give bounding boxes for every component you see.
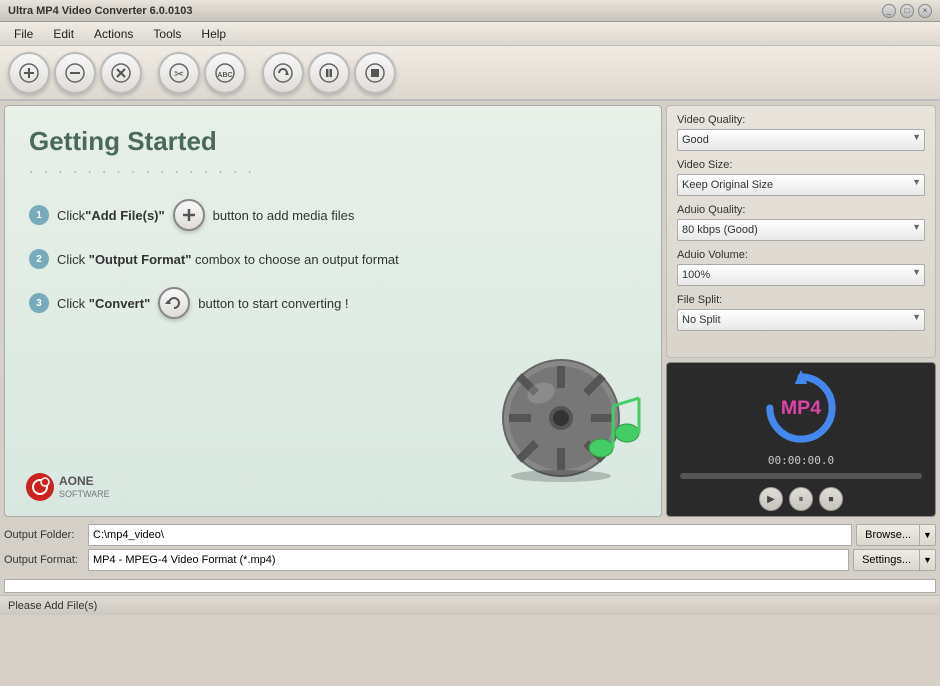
video-quality-row: Video Quality: Good Better Best xyxy=(677,114,925,151)
step-1-bold: "Add File(s)" xyxy=(85,208,165,223)
step-3-convert-icon xyxy=(158,287,190,319)
convert-button[interactable] xyxy=(262,52,304,94)
status-text: Please Add File(s) xyxy=(8,600,97,612)
output-format-input[interactable] xyxy=(88,549,849,571)
step-1-add-icon xyxy=(173,199,205,231)
step-3-text-after: button to start converting ! xyxy=(198,296,348,311)
settings-button[interactable]: Settings... xyxy=(853,549,920,571)
getting-started-panel: Getting Started · · · · · · · · · · · · … xyxy=(4,105,662,517)
step-2-text: Click "Output Format" combox to choose a… xyxy=(57,252,399,267)
window-controls: _ □ × xyxy=(882,4,932,18)
logo-text: AONE SOFTWARE xyxy=(59,474,110,499)
audio-volume-row: Aduio Volume: 100% 90% 75% 50% xyxy=(677,249,925,286)
stop-button[interactable] xyxy=(354,52,396,94)
output-format-label: Output Format: xyxy=(4,554,84,566)
settings-dropdown-arrow[interactable]: ▼ xyxy=(920,549,936,571)
video-quality-select[interactable]: Good Better Best xyxy=(677,129,925,151)
main-progress-bar xyxy=(4,579,936,593)
menu-actions[interactable]: Actions xyxy=(84,25,143,43)
output-folder-area: Output Folder: Browse... ▼ Output Format… xyxy=(0,521,940,577)
audio-quality-select[interactable]: 80 kbps (Good) 128 kbps (Better) 192 kbp… xyxy=(677,219,925,241)
svg-text:MP4: MP4 xyxy=(781,397,821,419)
menu-tools[interactable]: Tools xyxy=(143,25,191,43)
step-3-text-before: Click "Convert" xyxy=(57,296,150,311)
video-quality-label: Video Quality: xyxy=(677,114,925,126)
title-bar: Ultra MP4 Video Converter 6.0.0103 _ □ × xyxy=(0,0,940,22)
video-size-row: Video Size: Keep Original Size 320x240 6… xyxy=(677,159,925,196)
preview-panel: MP4 00:00:00.0 ▶ ⏸ ⏹ xyxy=(666,362,936,517)
step-2: 2 Click "Output Format" combox to choose… xyxy=(29,249,637,269)
settings-panel: Video Quality: Good Better Best Video Si… xyxy=(666,105,936,358)
output-folder-input[interactable] xyxy=(88,524,852,546)
video-size-label: Video Size: xyxy=(677,159,925,171)
step-2-number: 2 xyxy=(29,249,49,269)
status-bar: Please Add File(s) xyxy=(0,595,940,615)
step-3-number: 3 xyxy=(29,293,49,313)
step-1-text-after: button to add media files xyxy=(213,208,355,223)
audio-volume-select[interactable]: 100% 90% 75% 50% xyxy=(677,264,925,286)
step-1-number: 1 xyxy=(29,205,49,225)
maximize-button[interactable]: □ xyxy=(900,4,914,18)
file-split-row: File Split: No Split Split by Size Split… xyxy=(677,294,925,331)
output-folder-label: Output Folder: xyxy=(4,529,84,541)
file-split-label: File Split: xyxy=(677,294,925,306)
video-size-select[interactable]: Keep Original Size 320x240 640x480 xyxy=(677,174,925,196)
time-display: 00:00:00.0 xyxy=(768,454,834,467)
file-split-select[interactable]: No Split Split by Size Split by Time xyxy=(677,309,925,331)
svg-text:ABC: ABC xyxy=(217,72,232,79)
clear-button[interactable] xyxy=(100,52,142,94)
svg-text:✂: ✂ xyxy=(174,67,184,81)
pause-button[interactable] xyxy=(308,52,350,94)
browse-button[interactable]: Browse... xyxy=(856,524,920,546)
pause-preview-button[interactable]: ⏸ xyxy=(789,487,813,511)
menu-bar: File Edit Actions Tools Help xyxy=(0,22,940,46)
output-format-row: Output Format: Settings... ▼ xyxy=(4,549,936,571)
playback-controls: ▶ ⏸ ⏹ xyxy=(759,487,843,511)
mp4-icon: MP4 xyxy=(761,368,841,448)
browse-dropdown-arrow[interactable]: ▼ xyxy=(920,524,936,546)
play-button[interactable]: ▶ xyxy=(759,487,783,511)
close-button[interactable]: × xyxy=(918,4,932,18)
right-sidebar: Video Quality: Good Better Best Video Si… xyxy=(666,105,936,517)
stop-preview-button[interactable]: ⏹ xyxy=(819,487,843,511)
progress-section xyxy=(0,577,940,595)
step-1-text-before: Click xyxy=(57,208,85,223)
step-3: 3 Click "Convert" button to start conver… xyxy=(29,287,637,319)
step-1: 1 Click "Add File(s)" button to add medi… xyxy=(29,199,637,231)
minimize-button[interactable]: _ xyxy=(882,4,896,18)
add-files-button[interactable] xyxy=(8,52,50,94)
toolbar: ✂ ABC xyxy=(0,46,940,101)
menu-file[interactable]: File xyxy=(4,25,43,43)
getting-started-title: Getting Started xyxy=(29,126,637,157)
audio-volume-label: Aduio Volume: xyxy=(677,249,925,261)
decorative-line: · · · · · · · · · · · · · · · · xyxy=(29,163,637,179)
audio-quality-row: Aduio Quality: 80 kbps (Good) 128 kbps (… xyxy=(677,204,925,241)
media-icon xyxy=(491,338,651,486)
menu-edit[interactable]: Edit xyxy=(43,25,84,43)
preview-progress-bar[interactable] xyxy=(680,473,921,479)
logo: AONE SOFTWARE xyxy=(25,472,110,502)
audio-quality-label: Aduio Quality: xyxy=(677,204,925,216)
rename-button[interactable]: ABC xyxy=(204,52,246,94)
output-folder-row: Output Folder: Browse... ▼ xyxy=(4,524,936,546)
remove-button[interactable] xyxy=(54,52,96,94)
menu-help[interactable]: Help xyxy=(191,25,236,43)
cut-button[interactable]: ✂ xyxy=(158,52,200,94)
window-title: Ultra MP4 Video Converter 6.0.0103 xyxy=(8,5,192,17)
